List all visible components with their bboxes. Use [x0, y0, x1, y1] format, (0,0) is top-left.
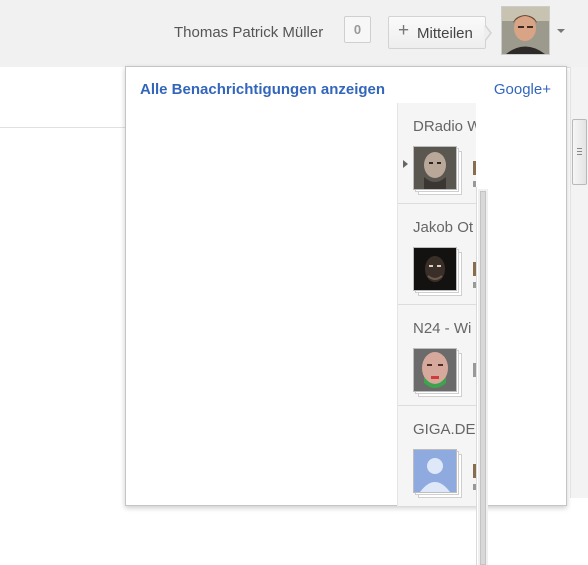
meta-marker — [473, 161, 476, 175]
notification-item-title: N24 - Wi — [413, 320, 472, 337]
top-bar: Thomas Patrick Müller 0 + Mitteilen — [0, 0, 588, 68]
panel-header: Alle Benachrichtigungen anzeigen Google+ — [126, 67, 566, 103]
notification-list[interactable]: DRadio W Jakob Ot N24 - Wi GIGA.DE — [397, 103, 476, 507]
plus-icon: + — [398, 20, 410, 41]
user-name[interactable]: Thomas Patrick Müller — [174, 24, 323, 41]
notifications-panel: Alle Benachrichtigungen anzeigen Google+… — [125, 66, 567, 565]
avatar-stack — [413, 247, 463, 297]
notification-item[interactable]: Jakob Ot — [398, 204, 476, 305]
avatar-stack — [413, 348, 463, 398]
content-area — [0, 67, 126, 128]
profile-avatar[interactable] — [501, 6, 550, 55]
google-plus-link[interactable]: Google+ — [494, 81, 551, 98]
page-scrollbar-thumb[interactable] — [572, 119, 587, 185]
profile-photo-icon — [502, 7, 549, 54]
scrollbar-thumb[interactable] — [480, 191, 486, 565]
notification-count-badge[interactable]: 0 — [344, 16, 371, 43]
show-all-notifications-link[interactable]: Alle Benachrichtigungen anzeigen — [140, 81, 385, 98]
share-button-label: Mitteilen — [417, 25, 473, 42]
notification-item-title: DRadio W — [413, 118, 476, 135]
caret-down-icon[interactable] — [557, 29, 565, 33]
default-profile-icon — [413, 449, 457, 493]
play-arrow-icon — [403, 160, 408, 168]
notification-item[interactable]: DRadio W — [398, 103, 476, 204]
notification-item-title: GIGA.DE — [413, 421, 476, 438]
avatar-stack — [413, 449, 463, 499]
notification-item-title: Jakob Ot — [413, 219, 474, 236]
face-graphic-avatar — [413, 348, 457, 392]
notification-item[interactable]: GIGA.DE — [398, 406, 476, 507]
notification-item[interactable]: N24 - Wi — [398, 305, 476, 406]
share-button[interactable]: + Mitteilen — [388, 16, 486, 49]
avatar-stack — [413, 146, 463, 196]
bald-man-avatar — [413, 146, 457, 190]
share-arrow-icon — [484, 24, 492, 42]
dark-portrait-avatar — [413, 247, 457, 291]
